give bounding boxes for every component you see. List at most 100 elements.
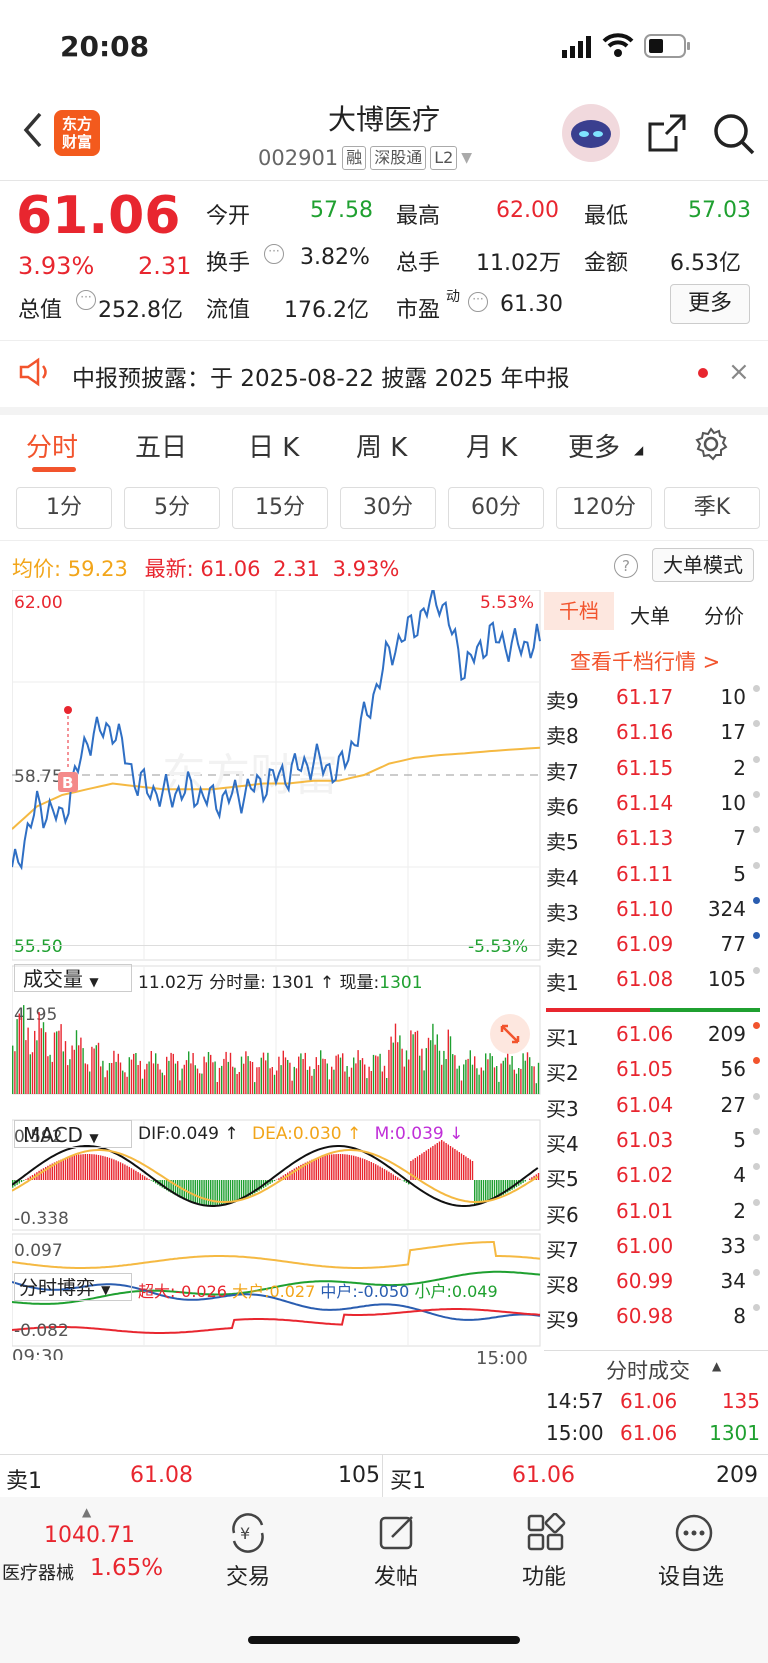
macd-bar (452, 1147, 454, 1180)
flow-selector[interactable]: 分时博弈 ▼ (14, 1273, 132, 1301)
period-quarter-k[interactable]: 季K (664, 487, 760, 529)
bid-row[interactable]: 买5 61.02 4 (546, 1159, 760, 1194)
period-15min[interactable]: 15分 (232, 487, 328, 529)
bid-row[interactable]: 买8 60.99 34 (546, 1265, 760, 1300)
period-60min[interactable]: 60分 (448, 487, 544, 529)
function-grid-icon[interactable] (526, 1512, 566, 1557)
nav-function[interactable]: 功能 (522, 1559, 566, 1591)
help-icon[interactable]: ? (614, 554, 638, 578)
period-30min[interactable]: 30分 (340, 487, 436, 529)
post-icon[interactable] (378, 1513, 418, 1557)
bid-row[interactable]: 买9 60.98 8 (546, 1300, 760, 1335)
period-1min[interactable]: 1分 (16, 487, 112, 529)
index-value[interactable]: 1040.71 (44, 1523, 135, 1548)
nav-trade[interactable]: 交易 (226, 1559, 270, 1591)
notice-bar[interactable]: 中报预披露：于 2025-08-22 披露 2025 年中报 × (0, 340, 768, 415)
robot-assistant-icon[interactable] (562, 104, 620, 162)
bid-price: 61.03 (616, 1127, 674, 1152)
macd-bar (491, 1180, 493, 1201)
ask-row[interactable]: 卖7 61.15 2 (546, 752, 760, 787)
more-dots-icon[interactable] (674, 1513, 714, 1557)
bid-row[interactable]: 买6 61.01 2 (546, 1195, 760, 1230)
view-levels-link[interactable]: 查看千档行情 > (570, 646, 720, 676)
bid-label: 买5 (546, 1167, 579, 1192)
bid-row[interactable]: 买7 61.00 33 (546, 1230, 760, 1265)
tab-daily-k[interactable]: 日 K (248, 427, 299, 464)
ask-row[interactable]: 卖9 61.17 10 (546, 681, 760, 716)
ask-row[interactable]: 卖8 61.16 17 (546, 716, 760, 751)
tab-monthly-k[interactable]: 月 K (466, 427, 517, 464)
share-icon[interactable] (646, 112, 688, 158)
trades-header[interactable]: 分时成交 ▲ (544, 1350, 768, 1387)
nav-post[interactable]: 发帖 (374, 1559, 418, 1591)
tab-more[interactable]: 更多 (568, 427, 620, 464)
volume-selector[interactable]: 成交量 ▼ (14, 964, 132, 992)
volume-bar (73, 1049, 75, 1094)
expand-icon[interactable] (490, 1014, 530, 1054)
macd-bar (357, 1156, 359, 1180)
tab-intraday[interactable]: 分时 (26, 427, 78, 464)
info-dots-icon[interactable]: ··· (468, 292, 488, 312)
macd-bar (201, 1180, 203, 1205)
index-name[interactable]: 医疗器械 (2, 1559, 74, 1585)
bid-row[interactable]: 买1 61.06 209 (546, 1018, 760, 1053)
macd-selector[interactable]: MACD ▼ (14, 1120, 132, 1148)
macd-bar (73, 1155, 75, 1180)
tab-price-split[interactable]: 分价 (704, 600, 744, 629)
macd-bar (207, 1180, 210, 1206)
nav-add-watchlist[interactable]: 设自选 (658, 1559, 724, 1591)
volume-bar (507, 1050, 509, 1094)
info-dots-icon[interactable]: ··· (76, 290, 96, 310)
close-icon[interactable]: × (728, 357, 750, 387)
volume-bar (372, 1054, 375, 1094)
macd-bar (328, 1154, 331, 1180)
bid-row[interactable]: 买3 61.04 27 (546, 1089, 760, 1124)
label-pe: 市盈 (396, 298, 441, 323)
trade-icon[interactable]: ¥ (226, 1513, 270, 1557)
more-button[interactable]: 更多 (670, 284, 750, 324)
ask-qty: 10 (720, 790, 746, 815)
notice-text: 中报预披露：于 2025-08-22 披露 2025 年中报 (72, 366, 570, 392)
macd-bar (78, 1154, 80, 1180)
label-high: 最高 (396, 204, 441, 229)
ask-row[interactable]: 卖4 61.11 5 (546, 858, 760, 893)
volume-bar (51, 1061, 53, 1094)
index-pct[interactable]: 1.65% (90, 1555, 163, 1581)
bid-label: 买8 (546, 1273, 579, 1298)
stock-code-row[interactable]: 002901 融 深股通 L2 ▼ (258, 146, 472, 170)
tab-big-orders[interactable]: 大单 (630, 600, 670, 629)
macd-bar (427, 1149, 430, 1180)
period-120min[interactable]: 120分 (556, 487, 652, 529)
bid-row[interactable]: 买4 61.03 5 (546, 1124, 760, 1159)
tab-weekly-k[interactable]: 周 K (356, 427, 407, 464)
volume-bar (236, 1074, 238, 1094)
ask-price: 61.17 (616, 685, 674, 709)
tab-thousand-levels[interactable]: 千档 (544, 592, 614, 630)
wifi-icon (602, 32, 634, 62)
period-5min[interactable]: 5分 (124, 487, 220, 529)
tab-five-day[interactable]: 五日 (135, 427, 187, 464)
volume-bar (366, 1078, 368, 1094)
ask-price: 61.08 (616, 967, 674, 992)
settings-gear-icon[interactable] (694, 427, 728, 465)
ask-label: 卖4 (546, 865, 579, 890)
bid-price: 61.06 (616, 1022, 674, 1046)
ask-row[interactable]: 卖5 61.13 7 (546, 822, 760, 857)
macd-bar (348, 1154, 350, 1180)
ask-row[interactable]: 卖2 61.09 77 (546, 928, 760, 963)
value-open: 57.58 (310, 198, 373, 223)
notice-dot-icon (698, 368, 708, 378)
volume-bar (355, 1063, 357, 1094)
ask-row[interactable]: 卖1 61.08 105 (546, 963, 760, 998)
chevron-up-icon: ▲ (82, 1505, 92, 1519)
macd-info: DIF:0.049 ↑ DEA:0.030 ↑ M:0.039 ↓ (138, 1124, 464, 1144)
big-order-mode-button[interactable]: 大单模式 (652, 548, 754, 582)
label-amount: 金额 (584, 251, 629, 276)
macd-bar (375, 1164, 377, 1180)
search-icon[interactable] (712, 112, 756, 160)
bid-row[interactable]: 买2 61.05 56 (546, 1053, 760, 1088)
info-dots-icon[interactable]: ··· (264, 244, 284, 264)
bottom-book-row: 卖1 61.08 105 买1 61.06 209 (0, 1454, 768, 1498)
ask-row[interactable]: 卖3 61.10 324 (546, 893, 760, 928)
ask-row[interactable]: 卖6 61.14 10 (546, 787, 760, 822)
